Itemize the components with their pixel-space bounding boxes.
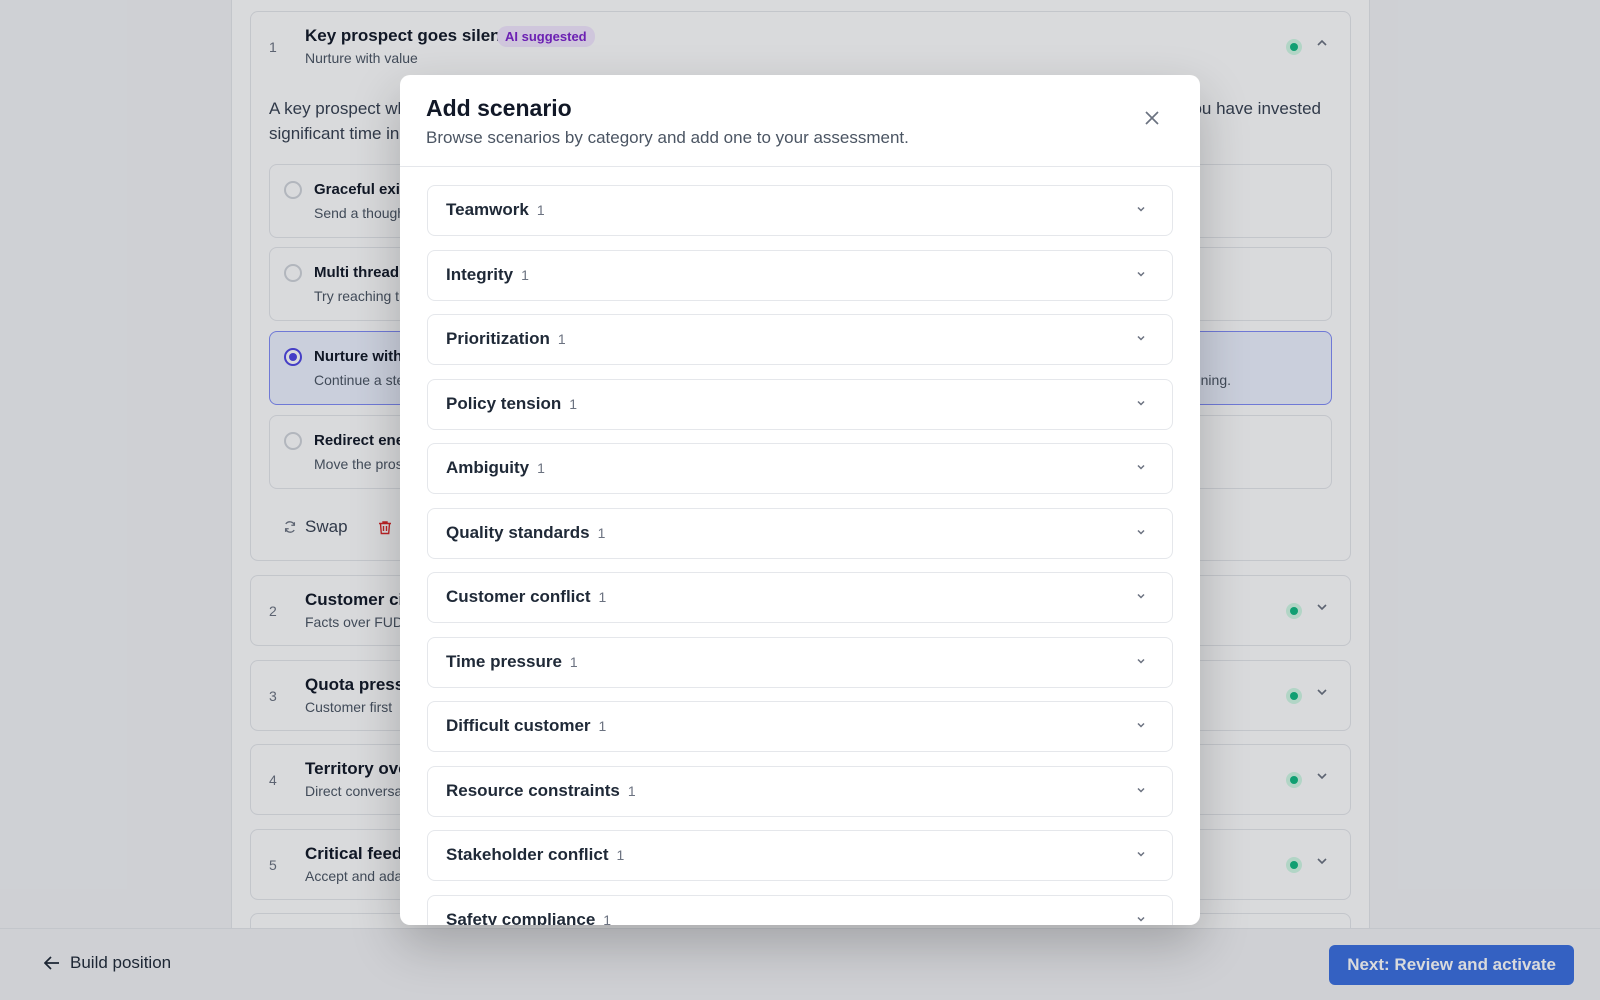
category-label: Customer conflict 1 [446, 587, 606, 607]
category-count: 1 [598, 718, 607, 734]
category-count: 1 [537, 460, 545, 476]
category-label: Policy tension 1 [446, 394, 577, 414]
chevron-down-icon[interactable] [1134, 848, 1148, 862]
category-list-scroll[interactable]: Teamwork 1 Integrity 1 Prioritization 1 Policy… [400, 168, 1200, 925]
category-count: 1 [536, 202, 545, 218]
category-accordion-item[interactable]: Quality standards 1 [427, 507, 1173, 559]
chevron-down-icon[interactable] [1134, 784, 1148, 798]
dialog-subtitle: Browse scenarios by category and add one… [426, 128, 909, 147]
category-label: Time pressure 1 [446, 652, 578, 672]
dialog-header: Add scenario Browse scenarios by categor… [400, 75, 1200, 167]
category-label: Teamwork 1 [446, 200, 545, 220]
category-name: Policy tension [446, 393, 562, 413]
add-scenario-dialog: Add scenario Browse scenarios by categor… [400, 75, 1200, 925]
chevron-down-icon[interactable] [1134, 913, 1148, 926]
category-name: Customer conflict [446, 587, 591, 606]
category-accordion-item[interactable]: Safety compliance 1 [427, 894, 1173, 926]
category-count: 1 [616, 847, 625, 863]
category-name: Resource constraints [446, 780, 620, 800]
category-name: Quality standards [446, 522, 590, 542]
chevron-down-icon[interactable] [1134, 332, 1148, 346]
chevron-down-icon[interactable] [1134, 526, 1148, 540]
dialog-title: Add scenario [426, 95, 572, 121]
category-accordion-item[interactable]: Teamwork 1 [427, 185, 1173, 236]
category-accordion-item[interactable]: Customer conflict 1 [427, 572, 1173, 623]
category-accordion-item[interactable]: Integrity 1 [427, 249, 1173, 301]
category-count: 1 [557, 331, 566, 347]
category-list: Teamwork 1 Integrity 1 Prioritization 1 Policy… [427, 185, 1173, 925]
category-name: Difficult customer [446, 716, 591, 735]
chevron-down-icon[interactable] [1134, 268, 1148, 282]
category-name: Integrity [446, 264, 514, 284]
chevron-down-icon[interactable] [1134, 203, 1148, 217]
chevron-down-icon[interactable] [1134, 590, 1148, 604]
category-count: 1 [597, 524, 606, 541]
category-count: 1 [627, 782, 636, 799]
category-count: 1 [569, 395, 578, 412]
category-accordion-item[interactable]: Policy tension 1 [427, 378, 1173, 430]
chevron-down-icon[interactable] [1134, 461, 1148, 475]
category-label: Stakeholder conflict 1 [446, 845, 624, 865]
category-name: Time pressure [446, 651, 562, 671]
close-icon[interactable] [1140, 107, 1164, 131]
category-label: Difficult customer 1 [446, 716, 606, 736]
category-count: 1 [603, 911, 612, 926]
chevron-down-icon[interactable] [1134, 397, 1148, 411]
category-label: Safety compliance 1 [446, 910, 611, 926]
category-label: Quality standards 1 [446, 523, 605, 543]
category-name: Teamwork [446, 200, 529, 219]
category-name: Safety compliance [446, 909, 596, 926]
category-label: Prioritization 1 [446, 329, 566, 349]
category-accordion-item[interactable]: Difficult customer 1 [427, 701, 1173, 752]
category-label: Integrity 1 [446, 265, 529, 285]
category-count: 1 [521, 266, 529, 283]
chevron-down-icon[interactable] [1134, 655, 1148, 669]
chevron-down-icon[interactable] [1134, 719, 1148, 733]
category-label: Resource constraints 1 [446, 781, 636, 801]
category-name: Ambiguity [446, 458, 530, 477]
category-accordion-item[interactable]: Prioritization 1 [427, 314, 1173, 365]
category-name: Prioritization [446, 329, 550, 348]
category-count: 1 [598, 589, 607, 605]
category-label: Ambiguity 1 [446, 458, 545, 478]
category-name: Stakeholder conflict [446, 845, 609, 864]
category-accordion-item[interactable]: Time pressure 1 [427, 636, 1173, 688]
category-accordion-item[interactable]: Stakeholder conflict 1 [427, 830, 1173, 881]
category-accordion-item[interactable]: Ambiguity 1 [427, 443, 1173, 494]
category-accordion-item[interactable]: Resource constraints 1 [427, 765, 1173, 817]
category-count: 1 [569, 653, 578, 670]
